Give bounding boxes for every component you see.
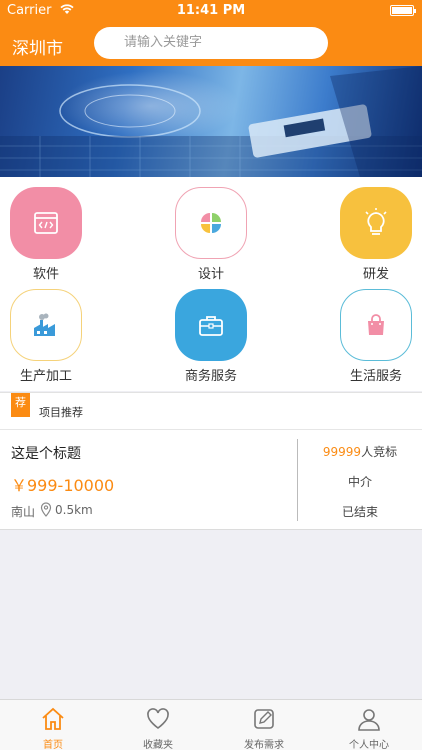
tab-label: 发布需求 (244, 740, 284, 750)
category-label: 生活服务 (349, 369, 402, 384)
project-location: 南山 (11, 505, 36, 519)
tab-profile[interactable]: 个人中心 (316, 700, 422, 750)
top-bar: Carrier 11:41 PM 深圳市 请输入关键字 (0, 0, 422, 66)
bid-suffix: 人竞标 (361, 445, 398, 459)
tab-label: 个人中心 (349, 740, 389, 750)
briefcase-icon (175, 289, 247, 361)
project-price: ￥999-10000 (11, 476, 115, 495)
code-window-icon (10, 187, 82, 259)
category-life[interactable]: 生活服务 (321, 289, 422, 384)
tab-label: 首页 (43, 740, 63, 750)
city-selector[interactable]: 深圳市 (12, 34, 63, 59)
category-manufacturing[interactable]: 生产加工 (0, 289, 101, 384)
battery-icon (390, 5, 416, 16)
project-title: 这是个标题 (11, 446, 81, 462)
recommended-section-header: 荐 项目推荐 (0, 392, 422, 430)
tab-post-request[interactable]: 发布需求 (211, 700, 317, 750)
clock: 11:41 PM (176, 3, 246, 18)
edit-icon (251, 706, 277, 732)
project-card[interactable]: 这是个标题 ￥999-10000 南山 0.5km 99999人竞标 中介 已结… (0, 430, 422, 530)
bid-count: 99999 (322, 445, 362, 459)
category-label: 软件 (32, 267, 59, 282)
tab-home[interactable]: 首页 (0, 700, 106, 750)
search-input[interactable]: 请输入关键字 (94, 27, 328, 59)
shopping-bag-icon (340, 289, 412, 361)
category-business[interactable]: 商务服务 (156, 289, 266, 384)
category-rnd[interactable]: 研发 (321, 187, 422, 282)
bid-info: 99999人竞标 (298, 443, 422, 460)
four-petal-icon (175, 187, 247, 259)
category-label: 生产加工 (19, 369, 72, 384)
category-label: 研发 (362, 267, 389, 282)
project-distance: 0.5km (55, 503, 93, 517)
category-label: 商务服务 (184, 369, 237, 384)
category-grid: 软件 设计 研发 生产加工 商务服务 生活服务 (0, 177, 422, 391)
person-icon (356, 706, 382, 732)
status-bar: Carrier 11:41 PM (0, 0, 422, 22)
category-design[interactable]: 设计 (156, 187, 266, 282)
category-software[interactable]: 软件 (0, 187, 101, 282)
factory-icon (10, 289, 82, 361)
tab-favorites[interactable]: 收藏夹 (105, 700, 211, 750)
category-label: 设计 (197, 267, 224, 282)
tab-label: 收藏夹 (143, 740, 173, 750)
heart-icon (145, 706, 171, 732)
tab-bar: 首页 收藏夹 发布需求 个人中心 (0, 699, 422, 750)
home-icon (40, 706, 66, 732)
recommend-badge: 荐 (11, 393, 30, 417)
promo-banner[interactable] (0, 66, 422, 177)
lightbulb-icon (340, 187, 412, 259)
project-role: 中介 (347, 475, 372, 489)
section-title: 项目推荐 (39, 406, 83, 419)
location-pin-icon (40, 502, 52, 521)
project-status: 已结束 (341, 505, 378, 519)
banner-graphic (0, 66, 422, 177)
